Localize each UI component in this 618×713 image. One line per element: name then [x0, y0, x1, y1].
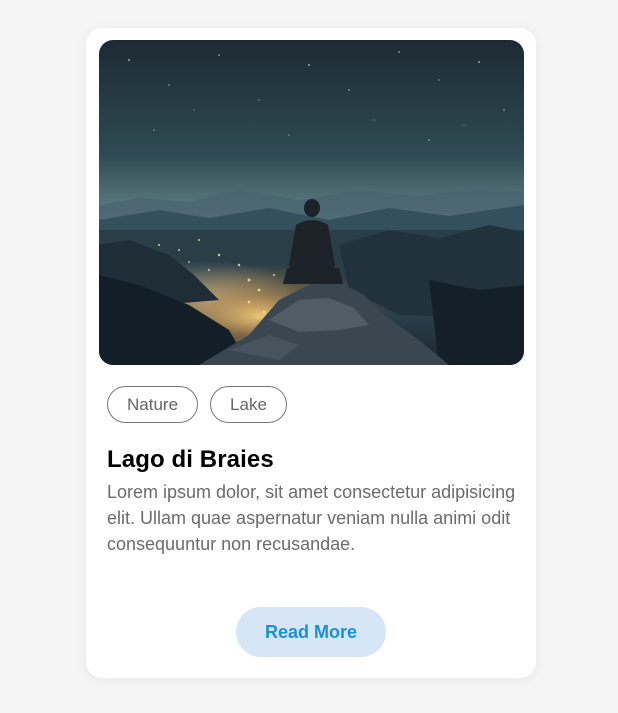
- card-description: Lorem ipsum dolor, sit amet consectetur …: [107, 482, 516, 554]
- night-landscape-illustration: [99, 40, 524, 365]
- tag-lake[interactable]: Lake: [210, 386, 287, 423]
- card-title: Lago di Braies: [107, 446, 274, 473]
- card: Nature Lake Lago di Braies Lorem ipsum d…: [86, 28, 536, 678]
- read-more-button[interactable]: Read More: [236, 607, 386, 657]
- tag-list: Nature Lake: [107, 386, 287, 423]
- tag-nature[interactable]: Nature: [107, 386, 199, 423]
- card-image: [99, 40, 524, 365]
